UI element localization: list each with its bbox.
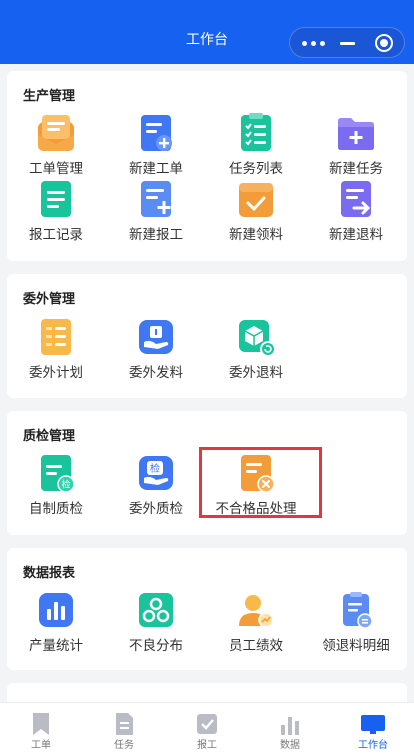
grid-item-label: 新建报工 [129,227,183,243]
grid-item-new-work-order[interactable]: 新建工单 [110,113,202,179]
grid-item-label: 委外退料 [229,365,283,381]
grid-item-report-records[interactable]: 报工记录 [10,179,102,245]
monitor-icon [361,715,385,734]
grid-item-label: 领退料明细 [322,638,390,654]
close-capsule-icon[interactable] [375,34,393,52]
grid-item-staff-performance[interactable]: 员工绩效 [210,590,302,656]
minimize-icon[interactable] [340,42,355,45]
grid-item-defect-distribution[interactable]: 不良分布 [110,590,202,656]
inspection-badge: 检 [61,479,70,491]
folder-add-icon [338,118,374,150]
section-title-quality: 质检管理 [23,429,76,444]
grid-item-label: 新建任务 [329,161,383,177]
section-title-reports: 数据报表 [23,566,76,581]
grid-item-label: 新建领料 [229,227,283,243]
grid-item-new-report[interactable]: 新建报工 [110,179,202,245]
check-square-icon [197,714,217,734]
inspection-badge: 检 [150,462,160,475]
grid-item-outsource-inspection[interactable]: 检 委外质检 [110,453,202,519]
highlight-box [199,447,322,518]
more-icon[interactable] [302,35,328,51]
grid-item-label: 工单管理 [29,161,83,177]
tab-bar: 工单 任务 报工 数据 工作台 [0,702,414,756]
tab-label: 工单 [31,740,51,751]
card-reports: 数据报表 产量统计 不良分布 员工绩效 领退料明细 [7,548,407,670]
grid-item-label: 自制质检 [29,501,83,517]
tab-data[interactable]: 数据 [260,703,320,756]
miniprogram-capsule [289,27,405,58]
grid-item-label: 任务列表 [229,161,283,177]
material-pick-icon [239,183,273,217]
grid-item-label: 不良分布 [129,638,183,654]
section-title-production: 生产管理 [23,89,76,104]
bar-chart-icon [39,593,73,627]
grid-item-label: 产量统计 [29,638,83,654]
outsource-return-icon [239,320,276,357]
outsource-plan-icon [41,319,71,355]
distribution-icon [139,593,173,627]
new-document-blue-icon [141,115,172,151]
tab-label: 数据 [280,740,300,751]
card-outsource: 委外管理 委外计划 委外发料 委外退料 [7,274,407,398]
grid-item-label: 新建退料 [329,227,383,243]
grid-item-label: 员工绩效 [229,638,283,654]
self-inspection-icon: 检 [41,455,75,493]
grid-item-label: 委外质检 [129,501,183,517]
grid-item-label: 新建工单 [129,161,183,177]
outsource-inspection-icon: 检 [139,456,173,490]
grid-item-work-order-manage[interactable]: 工单管理 [10,113,102,179]
grid-item-outsource-return[interactable]: 委外退料 [210,317,302,383]
grid-item-self-inspection[interactable]: 检 自制质检 [10,453,102,519]
tab-report[interactable]: 报工 [177,703,237,756]
grid-item-new-task[interactable]: 新建任务 [310,113,402,179]
report-record-icon [41,181,71,217]
checklist-icon [241,113,271,151]
tab-label: 任务 [114,740,134,751]
section-title-outsource: 委外管理 [23,292,76,307]
grid-item-pick-return-detail[interactable]: 领退料明细 [310,590,402,656]
grid-item-label: 报工记录 [29,227,83,243]
document-icon [116,713,133,735]
grid-item-task-list[interactable]: 任务列表 [210,113,302,179]
work-order-icon [38,115,74,151]
material-return-icon [341,181,371,217]
tab-workbench[interactable]: 工作台 [343,703,403,756]
bar-chart-icon [281,717,299,735]
tab-label: 报工 [197,740,217,751]
grid-item-label: 委外计划 [29,365,83,381]
new-report-icon [141,181,171,217]
detail-list-icon [343,592,373,629]
grid-item-outsource-issue[interactable]: 委外发料 [110,317,202,383]
nav-bar: 工作台 [0,0,414,64]
tab-task[interactable]: 任务 [94,703,154,756]
tab-work-order[interactable]: 工单 [11,703,71,756]
grid-item-outsource-plan[interactable]: 委外计划 [10,317,102,383]
grid-item-new-return[interactable]: 新建退料 [310,179,402,245]
grid-item-new-pick[interactable]: 新建领料 [210,179,302,245]
tab-label: 工作台 [358,740,388,751]
grid-item-output-stats[interactable]: 产量统计 [10,590,102,656]
card-production: 生产管理 工单管理 新建工单 任务列表 新建任务 报工记录 新建报工 新建领料 … [7,71,407,261]
grid-item-label: 委外发料 [129,365,183,381]
outsource-issue-icon [139,320,173,354]
staff-performance-icon [239,595,274,628]
bookmark-icon [33,713,49,735]
